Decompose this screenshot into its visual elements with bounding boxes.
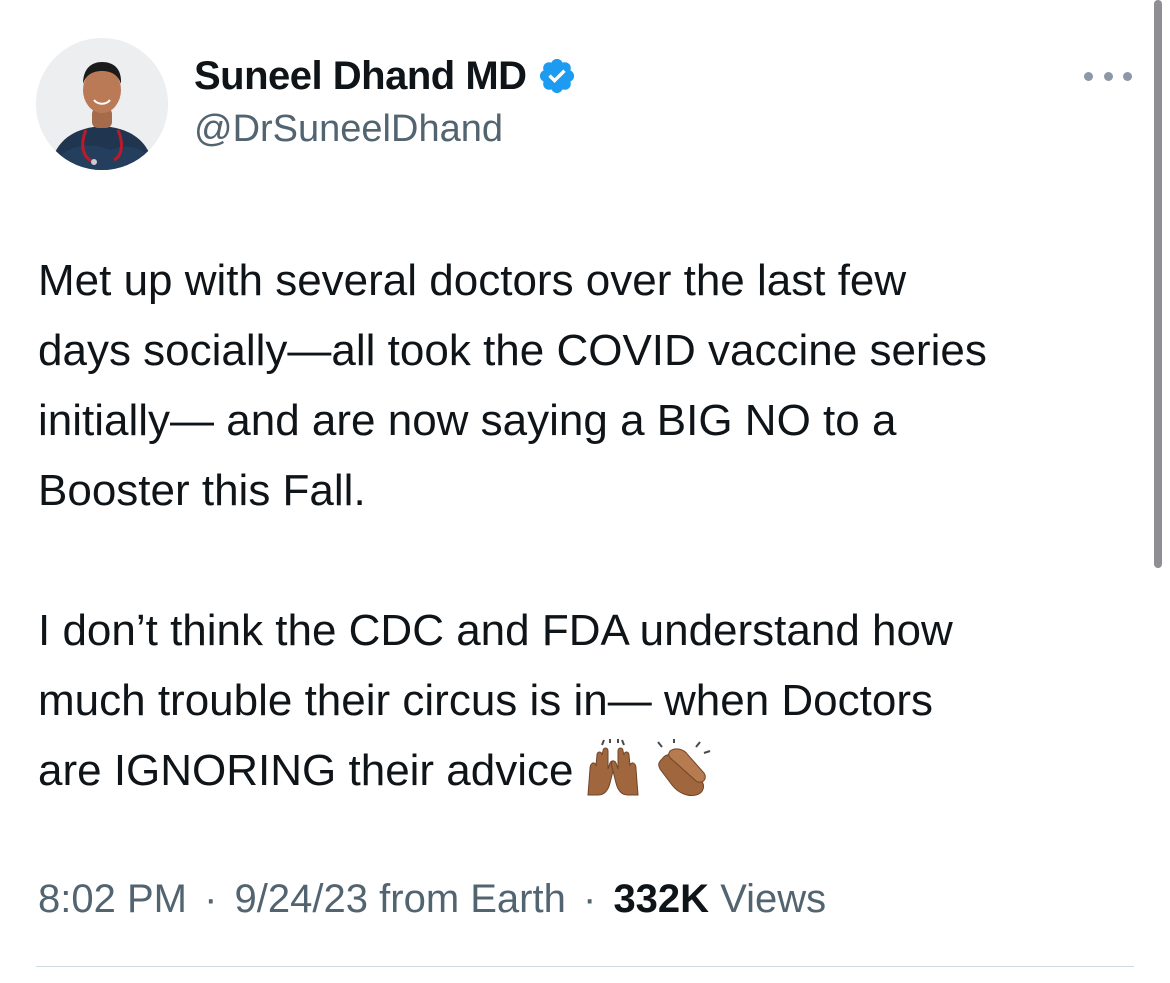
views-label[interactable]: Views	[720, 877, 826, 921]
tweet-paragraph-2-wrap: I don’t think the CDC and FDA understand…	[38, 596, 1138, 806]
tweet-date[interactable]: 9/24/23	[235, 877, 368, 921]
more-options-icon[interactable]	[1084, 62, 1132, 90]
more-dot-icon	[1084, 71, 1093, 81]
author-handle[interactable]: @DrSuneelDhand	[194, 108, 577, 151]
more-dot-icon	[1123, 71, 1132, 81]
tweet-source: from Earth	[379, 877, 566, 921]
tweet-card: Suneel Dhand MD @DrSuneelDhand Met up wi…	[0, 0, 1170, 983]
tweet-paragraph-1: Met up with several doctors over the las…	[38, 256, 987, 515]
meta-separator: ·	[204, 877, 218, 921]
verified-badge-icon[interactable]	[537, 56, 577, 96]
meta-separator: ·	[582, 877, 597, 921]
tweet-paragraph-2: I don’t think the CDC and FDA understand…	[38, 606, 953, 795]
scrollbar[interactable]	[1154, 0, 1162, 568]
tweet-body: Met up with several doctors over the las…	[38, 246, 1138, 806]
author-display-name[interactable]: Suneel Dhand MD	[194, 54, 527, 99]
author-info: Suneel Dhand MD @DrSuneelDhand	[194, 52, 577, 151]
tweet-meta: 8:02 PM · 9/24/23 from Earth · 332K View…	[38, 877, 826, 922]
raising-hands-emoji-icon	[582, 739, 644, 797]
views-count[interactable]: 332K	[613, 877, 709, 921]
clapping-hands-emoji-icon	[652, 739, 714, 797]
author-avatar[interactable]	[36, 38, 168, 170]
author-name-row: Suneel Dhand MD	[194, 52, 577, 100]
tweet-time[interactable]: 8:02 PM	[38, 877, 187, 921]
avatar-photo	[36, 38, 168, 170]
more-dot-icon	[1103, 71, 1113, 81]
divider	[36, 966, 1134, 967]
